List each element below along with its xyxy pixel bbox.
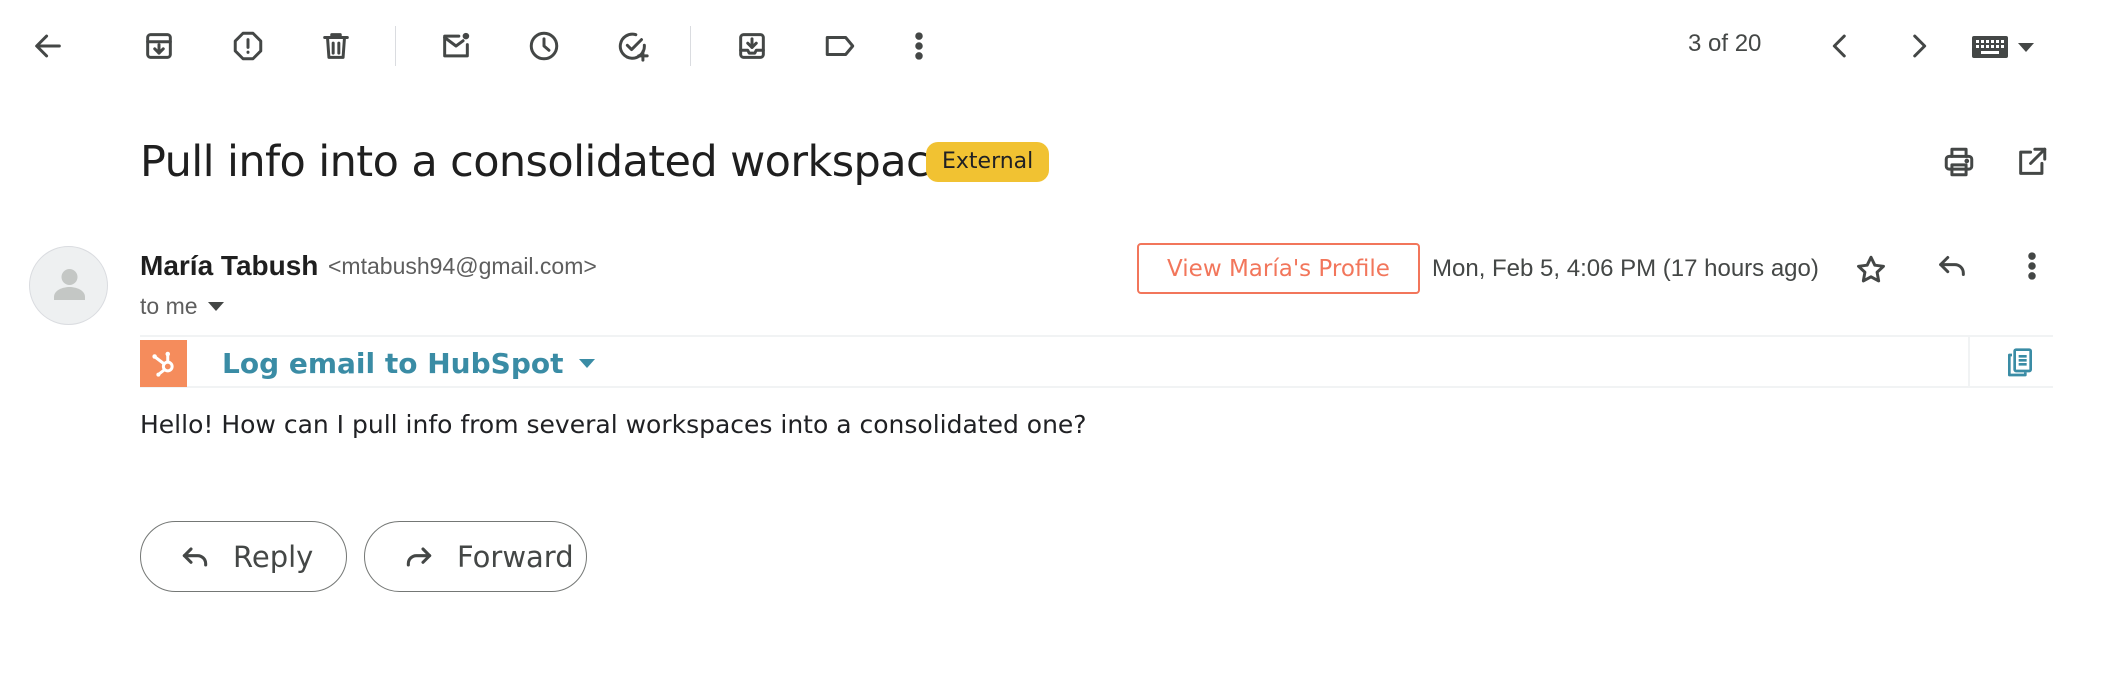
hubspot-bar: Log email to HubSpot	[140, 335, 2053, 388]
toolbar-divider	[395, 26, 396, 66]
more-vert-icon[interactable]	[893, 20, 945, 72]
forward-arrow-icon	[406, 546, 432, 567]
forward-label: Forward	[457, 539, 574, 574]
open-in-new-window-icon[interactable]	[2006, 136, 2058, 188]
chevron-down-icon	[2018, 42, 2034, 52]
chevron-down-icon	[207, 302, 224, 311]
mark-unread-icon[interactable]	[430, 20, 482, 72]
hubspot-divider	[1968, 337, 1970, 386]
print-icon[interactable]	[1933, 136, 1985, 188]
move-to-icon[interactable]	[726, 20, 778, 72]
reply-arrow-icon	[182, 546, 208, 567]
recipients-toggle[interactable]: to me	[140, 293, 224, 320]
chevron-down-icon	[579, 359, 596, 368]
keyboard-icon	[1972, 36, 2008, 58]
newer-chevron-left-icon[interactable]	[1814, 20, 1866, 72]
trash-icon[interactable]	[310, 20, 362, 72]
back-arrow-icon[interactable]	[22, 20, 74, 72]
external-badge: External	[926, 142, 1050, 182]
forward-button[interactable]: Forward	[364, 521, 587, 592]
report-spam-icon[interactable]	[222, 20, 274, 72]
add-task-icon[interactable]	[607, 20, 659, 72]
label-icon[interactable]	[814, 20, 866, 72]
reply-label: Reply	[233, 539, 314, 574]
log-email-label: Log email to HubSpot	[222, 347, 564, 380]
archive-icon[interactable]	[133, 20, 185, 72]
log-email-to-hubspot-button[interactable]: Log email to HubSpot	[222, 347, 596, 380]
input-tools-selector[interactable]	[1972, 32, 2052, 62]
email-subject: Pull info into a consolidated workspace	[140, 137, 955, 187]
email-body: Hello! How can I pull info from several …	[140, 410, 1087, 439]
hubspot-logo-icon	[140, 340, 187, 387]
clock-icon[interactable]	[518, 20, 570, 72]
email-date: Mon, Feb 5, 4:06 PM (17 hours ago)	[1432, 255, 1819, 282]
star-icon[interactable]	[1845, 244, 1897, 296]
older-chevron-right-icon[interactable]	[1893, 20, 1945, 72]
reply-button[interactable]: Reply	[140, 521, 347, 592]
sender-email: <mtabush94@gmail.com>	[328, 253, 597, 279]
view-profile-button[interactable]: View María's Profile	[1137, 243, 1420, 294]
pagination-text: 3 of 20	[1688, 30, 1762, 57]
avatar[interactable]	[29, 246, 108, 325]
sender-name[interactable]: María Tabush	[140, 250, 318, 282]
recipient-label: to me	[140, 293, 198, 319]
more-vert-icon[interactable]	[2006, 240, 2058, 292]
person-placeholder-icon	[54, 269, 85, 300]
toolbar-divider	[690, 26, 691, 66]
reply-arrow-icon[interactable]	[1926, 240, 1978, 292]
copy-icon[interactable]	[2000, 343, 2040, 383]
